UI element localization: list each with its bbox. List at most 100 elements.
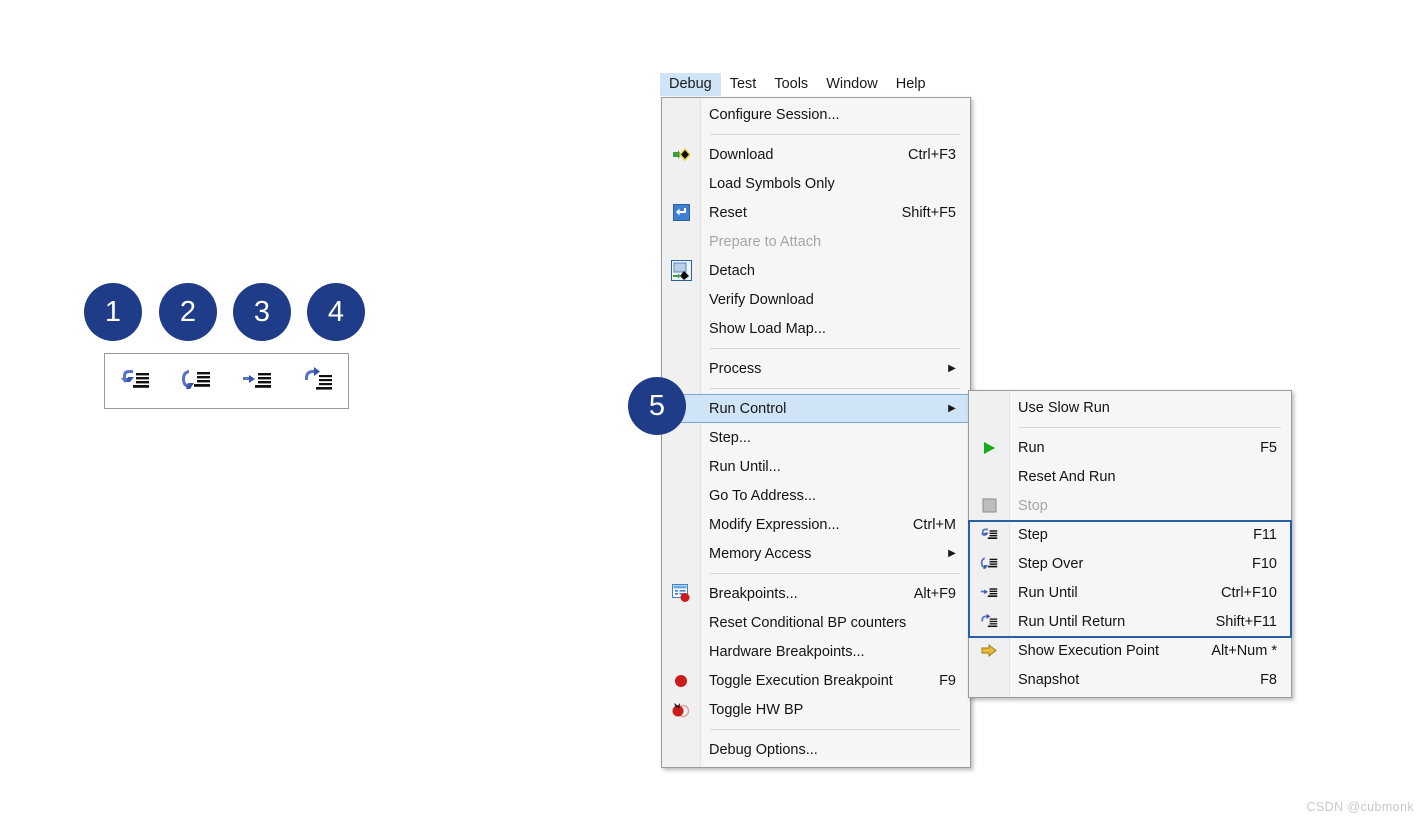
menu-item-label: Reset Conditional BP counters (709, 614, 907, 631)
menu-item-accelerator: F9 (939, 672, 956, 689)
run-play-icon (969, 433, 1009, 462)
menu-item-label: Toggle HW BP (709, 701, 804, 718)
menubar-item-debug[interactable]: Debug (660, 73, 721, 96)
menu-separator (710, 573, 960, 574)
menu-item-accelerator: Alt+F9 (913, 585, 956, 602)
menu-item-memory-access[interactable]: Memory Access ▶ (662, 539, 970, 568)
submenu-item-run[interactable]: Run F5 (969, 433, 1291, 462)
menu-item-label: Run Until... (709, 458, 781, 475)
menu-item-hardware-breakpoints[interactable]: Hardware Breakpoints... (662, 637, 970, 666)
submenu-item-stop: Stop (969, 491, 1291, 520)
submenu-item-reset-and-run[interactable]: Reset And Run (969, 462, 1291, 491)
submenu-item-step-over[interactable]: Step Over F10 (969, 549, 1291, 578)
menu-separator (710, 134, 960, 135)
run-until-return-icon (969, 607, 1009, 636)
menu-item-run-until[interactable]: Run Until... (662, 452, 970, 481)
menubar-item-test[interactable]: Test (721, 73, 766, 96)
menu-item-label: Go To Address... (709, 487, 816, 504)
menu-item-detach[interactable]: Detach (662, 256, 970, 285)
menu-icon-slot (662, 735, 700, 764)
menu-item-label: Snapshot (1018, 671, 1080, 688)
callout-number: 1 (104, 295, 122, 328)
stop-square-icon (969, 491, 1009, 520)
download-icon (662, 140, 700, 169)
reset-icon (662, 198, 700, 227)
menu-item-toggle-hw-bp[interactable]: Toggle HW BP (662, 695, 970, 724)
menu-bar: Debug Test Tools Window Help (660, 72, 935, 97)
step-icon (969, 520, 1009, 549)
menu-item-label: Toggle Execution Breakpoint (709, 672, 893, 689)
menu-separator (710, 348, 960, 349)
menu-item-accelerator: Alt+Num * (1211, 642, 1277, 659)
submenu-arrow-icon: ▶ (948, 403, 956, 414)
menubar-item-window[interactable]: Window (817, 73, 887, 96)
breakpoint-dot-icon (662, 666, 700, 695)
menu-icon-slot (969, 393, 1009, 422)
menu-item-breakpoints[interactable]: Breakpoints... Alt+F9 (662, 579, 970, 608)
menu-item-load-symbols-only[interactable]: Load Symbols Only (662, 169, 970, 198)
menu-item-label: Run Until Return (1018, 613, 1126, 630)
callout-number: 3 (253, 295, 271, 328)
callout-badge-3: 3 (233, 283, 291, 341)
menubar-item-help[interactable]: Help (887, 73, 935, 96)
hw-breakpoint-icon (662, 695, 700, 724)
menu-item-label: Step Over (1018, 555, 1084, 572)
menu-item-accelerator: Shift+F11 (1215, 613, 1277, 630)
menu-item-label: Run (1018, 439, 1045, 456)
menu-item-accelerator: Shift+F5 (901, 204, 956, 221)
menu-item-show-load-map[interactable]: Show Load Map... (662, 314, 970, 343)
menu-item-label: Run Control (709, 400, 787, 417)
menu-item-accelerator: Ctrl+M (912, 516, 956, 533)
menu-separator (1019, 427, 1281, 428)
menu-item-verify-download[interactable]: Verify Download (662, 285, 970, 314)
menubar-item-tools[interactable]: Tools (765, 73, 817, 96)
menu-item-go-to-address[interactable]: Go To Address... (662, 481, 970, 510)
menu-item-label: Download (709, 146, 774, 163)
menu-item-configure-session[interactable]: Configure Session... (662, 100, 970, 129)
menu-icon-slot (662, 539, 700, 568)
menu-item-modify-expression[interactable]: Modify Expression... Ctrl+M (662, 510, 970, 539)
menu-item-reset-conditional-bp-counters[interactable]: Reset Conditional BP counters (662, 608, 970, 637)
menu-item-run-control[interactable]: Run Control ▶ (662, 394, 970, 423)
submenu-item-use-slow-run[interactable]: Use Slow Run (969, 393, 1291, 422)
callout-badge-4: 4 (307, 283, 365, 341)
submenu-item-step[interactable]: Step F11 (969, 520, 1291, 549)
menu-icon-slot (662, 314, 700, 343)
menu-item-debug-options[interactable]: Debug Options... (662, 735, 970, 764)
menu-icon-slot (969, 665, 1009, 694)
step-over-icon[interactable] (179, 364, 213, 398)
menu-item-download[interactable]: Download Ctrl+F3 (662, 140, 970, 169)
step-over-icon (969, 549, 1009, 578)
menu-icon-slot (662, 285, 700, 314)
menu-item-label: Step (1018, 526, 1048, 543)
menu-icon-slot (662, 452, 700, 481)
menu-item-toggle-execution-breakpoint[interactable]: Toggle Execution Breakpoint F9 (662, 666, 970, 695)
menu-item-label: Memory Access (709, 545, 812, 562)
menu-item-reset[interactable]: Reset Shift+F5 (662, 198, 970, 227)
menu-item-step[interactable]: Step... (662, 423, 970, 452)
step-icon[interactable] (118, 364, 152, 398)
menu-item-label: Show Execution Point (1018, 642, 1160, 659)
callout-number: 2 (179, 295, 197, 328)
run-until-icon[interactable] (240, 364, 274, 398)
debug-dropdown-menu: Configure Session... Download Ctrl+F3 Lo… (661, 97, 971, 768)
submenu-item-show-execution-point[interactable]: Show Execution Point Alt+Num * (969, 636, 1291, 665)
submenu-item-run-until[interactable]: Run Until Ctrl+F10 (969, 578, 1291, 607)
menu-separator (710, 729, 960, 730)
menu-item-label: Stop (1018, 497, 1048, 514)
callout-badge-2: 2 (159, 283, 217, 341)
menu-icon-slot (662, 481, 700, 510)
submenu-item-snapshot[interactable]: Snapshot F8 (969, 665, 1291, 694)
submenu-item-run-until-return[interactable]: Run Until Return Shift+F11 (969, 607, 1291, 636)
run-until-return-icon[interactable] (301, 364, 335, 398)
menu-icon-slot (662, 169, 700, 198)
submenu-arrow-icon: ▶ (948, 548, 956, 559)
menu-item-accelerator: F5 (1260, 439, 1277, 456)
menu-item-label: Modify Expression... (709, 516, 840, 533)
menu-item-accelerator: F11 (1253, 526, 1277, 543)
menu-item-accelerator: F8 (1260, 671, 1277, 688)
menu-icon-slot (662, 100, 700, 129)
detach-icon (662, 256, 700, 285)
menu-icon-slot (969, 462, 1009, 491)
menu-item-process[interactable]: Process ▶ (662, 354, 970, 383)
